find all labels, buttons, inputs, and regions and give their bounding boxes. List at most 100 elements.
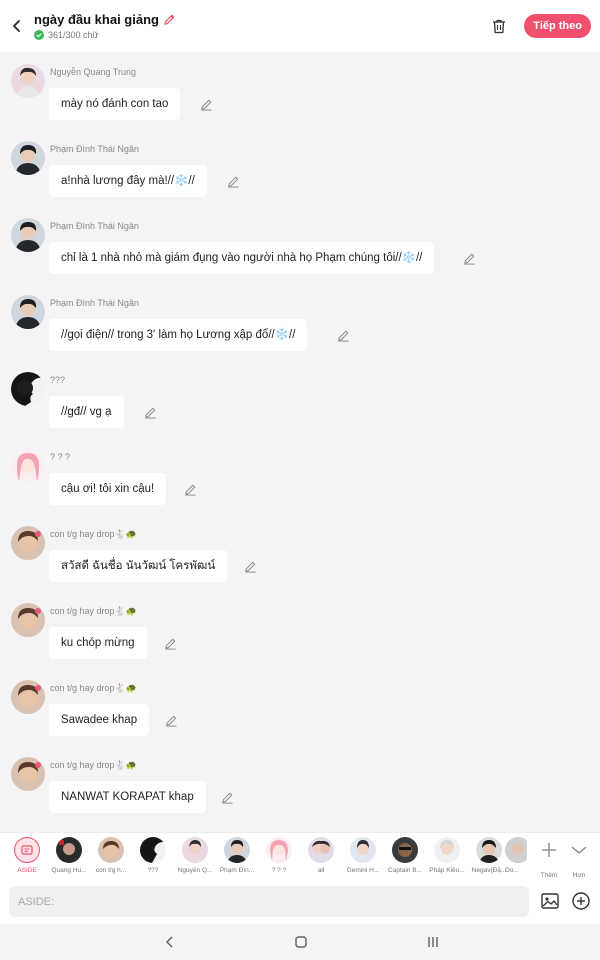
nav-home-button[interactable]	[291, 932, 311, 952]
top-bar: ngày đầu khai giảng 361/300 chữ Tiếp the…	[0, 0, 600, 52]
message-bubble[interactable]: NANWAT KORAPAT khap	[49, 781, 206, 813]
edit-icon[interactable]	[463, 252, 476, 265]
character-avatar	[308, 837, 334, 863]
character-name: Quang Hu...	[51, 867, 87, 874]
character-name: Pháp Kiều...	[429, 867, 465, 874]
sender-name: ? ? ?	[50, 452, 71, 462]
character-item[interactable]: Do...	[505, 837, 527, 874]
edit-icon[interactable]	[200, 98, 213, 111]
trash-icon	[493, 19, 506, 33]
message-item: Phạm Đình Thái Ngân //gọi điện// trong 3…	[0, 288, 600, 365]
word-count: 361/300 chữ	[48, 30, 99, 40]
edit-icon[interactable]	[227, 175, 240, 188]
character-avatar	[392, 837, 418, 863]
character-item[interactable]: ???	[133, 837, 173, 874]
nav-back-button[interactable]	[160, 932, 180, 952]
character-item[interactable]: Nguyễn Q...	[175, 837, 215, 874]
avatar[interactable]	[11, 141, 45, 175]
sender-name: Phạm Đình Thái Ngân	[50, 298, 139, 308]
edit-icon[interactable]	[337, 329, 350, 342]
recents-icon	[428, 937, 438, 947]
chevron-left-icon	[165, 936, 173, 948]
character-item[interactable]: Negav(Đặ...	[469, 837, 509, 874]
message-bubble[interactable]: a!nhà lương đây mà!//❄️//	[49, 165, 207, 197]
message-list[interactable]: Nguyễn Quang Trung mày nó đánh con tao P…	[0, 52, 600, 832]
character-avatar	[350, 837, 376, 863]
character-name: all	[317, 867, 325, 874]
message-bubble[interactable]: cậu ơi! tôi xin cậu!	[49, 473, 167, 505]
character-item[interactable]: Pháp Kiều...	[427, 837, 467, 874]
sender-name: con t/g hay drop🐇🐢	[50, 606, 137, 616]
message-item: ??? //gđ// vg ạ	[0, 365, 600, 442]
avatar[interactable]	[11, 64, 45, 98]
edit-title-icon[interactable]	[163, 13, 176, 26]
avatar[interactable]	[11, 603, 45, 637]
character-item[interactable]: ? ? ?	[259, 837, 299, 874]
character-avatar	[476, 837, 502, 863]
next-button[interactable]: Tiếp theo	[524, 14, 591, 38]
character-item[interactable]: all	[301, 837, 341, 874]
character-name: Captain B...	[388, 867, 422, 874]
delete-button[interactable]	[484, 11, 514, 41]
character-avatar	[140, 837, 166, 863]
message-bubble[interactable]: สวัสดี ฉันชื่อ นันวัฒน์ โครพัฒน์	[49, 550, 228, 582]
avatar[interactable]	[11, 526, 45, 560]
message-item: con t/g hay drop🐇🐢 ku chóp mừng	[0, 596, 600, 673]
edit-icon[interactable]	[164, 637, 177, 650]
more-button[interactable]: Hơn	[564, 837, 594, 879]
chevron-left-icon	[13, 20, 20, 32]
sender-name: con t/g hay drop🐇🐢	[50, 529, 137, 539]
avatar[interactable]	[11, 372, 45, 406]
message-bubble[interactable]: mày nó đánh con tao	[49, 88, 181, 120]
character-avatar	[56, 837, 82, 863]
message-item: con t/g hay drop🐇🐢 สวัสดี ฉันชื่อ นันวัฒ…	[0, 519, 600, 596]
image-button[interactable]	[540, 891, 560, 911]
add-button[interactable]	[571, 891, 591, 911]
character-aside[interactable]: ASIDE	[7, 837, 47, 874]
avatar[interactable]	[11, 449, 45, 483]
character-avatar	[182, 837, 208, 863]
message-bubble[interactable]: //gọi điện// trong 3' làm họ Lương xập đ…	[49, 319, 308, 351]
message-item: con t/g hay drop🐇🐢 NANWAT KORAPAT khap	[0, 750, 600, 827]
character-name: Negav(Đặ...	[471, 867, 507, 874]
edit-icon[interactable]	[184, 483, 197, 496]
character-item[interactable]: Phạm Đìn...	[217, 837, 257, 874]
message-bubble[interactable]: chỉ là 1 nhà nhỏ mà giám đụng vào người …	[49, 242, 435, 274]
character-item[interactable]: Quang Hu...	[49, 837, 89, 874]
avatar[interactable]	[11, 295, 45, 329]
chevron-down-icon	[571, 846, 587, 854]
sender-name: ???	[50, 375, 66, 385]
character-item[interactable]: Captain B...	[385, 837, 425, 874]
character-strip[interactable]: ASIDE Quang Hu... con t/g h... ??? Nguyễ…	[0, 832, 600, 881]
character-name: ???	[147, 867, 159, 874]
add-character-button[interactable]: Thêm	[534, 837, 564, 879]
home-icon	[295, 936, 307, 948]
message-bubble[interactable]: //gđ// vg ạ	[49, 396, 124, 428]
aside-icon	[14, 837, 40, 863]
message-bubble[interactable]: ku chóp mừng	[49, 627, 147, 659]
message-input[interactable]	[9, 886, 529, 917]
avatar[interactable]	[11, 680, 45, 714]
character-item[interactable]: con t/g h...	[91, 837, 131, 874]
avatar[interactable]	[11, 218, 45, 252]
avatar[interactable]	[11, 757, 45, 791]
sender-name: Nguyễn Quang Trung	[50, 67, 137, 77]
edit-icon[interactable]	[221, 791, 234, 804]
character-item[interactable]: Gemini H...	[343, 837, 383, 874]
message-bubble[interactable]: Sawadee khap	[49, 704, 150, 736]
nav-recents-button[interactable]	[423, 932, 443, 952]
edit-icon[interactable]	[165, 714, 178, 727]
message-item: Nguyễn Quang Trung mày nó đánh con tao	[0, 57, 600, 134]
character-name: Phạm Đìn...	[219, 867, 255, 874]
character-name: ? ? ?	[271, 867, 287, 874]
character-avatar	[98, 837, 124, 863]
story-title-area: ngày đầu khai giảng 361/300 chữ	[34, 12, 484, 40]
input-bar	[0, 880, 600, 924]
edit-icon[interactable]	[244, 560, 257, 573]
edit-icon[interactable]	[144, 406, 157, 419]
story-title[interactable]: ngày đầu khai giảng	[34, 12, 159, 27]
back-button[interactable]	[0, 0, 34, 52]
system-nav-bar	[0, 924, 600, 960]
character-name: Gemini H...	[346, 867, 380, 874]
sender-name: con t/g hay drop🐇🐢	[50, 760, 137, 770]
